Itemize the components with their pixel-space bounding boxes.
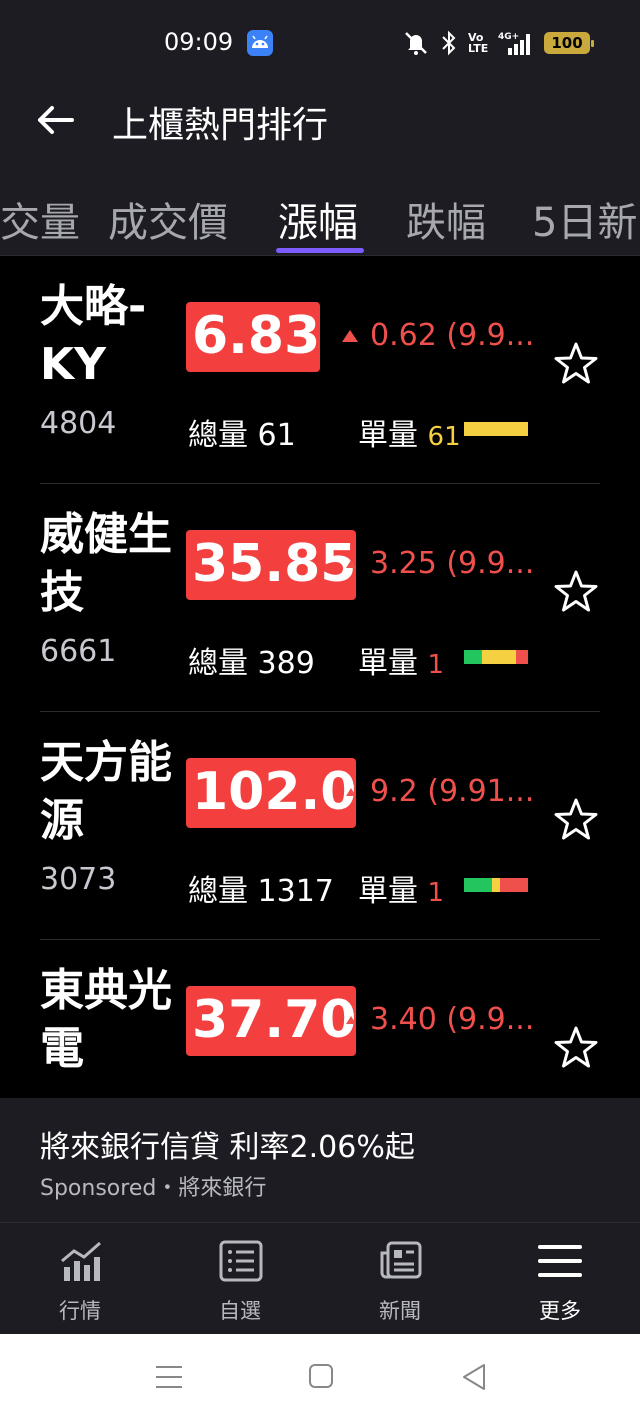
mute-icon bbox=[405, 32, 427, 55]
volte-icon: Vo LTE bbox=[468, 31, 489, 55]
up-arrow-icon bbox=[346, 560, 356, 568]
price-change: 3.40 (9.9... bbox=[370, 1002, 535, 1037]
price-change: 3.25 (9.9... bbox=[370, 546, 535, 581]
total-volume-value: 1317 bbox=[257, 874, 334, 909]
stock-row[interactable]: 天方能源 3073 102.0 9.2 (9.91... 總量 1317 單量 … bbox=[0, 712, 640, 940]
nav-news[interactable]: 新聞 bbox=[350, 1239, 450, 1329]
star-icon[interactable] bbox=[552, 1024, 600, 1072]
total-volume-value: 61 bbox=[257, 418, 296, 453]
battery-icon: 100 bbox=[544, 32, 594, 54]
total-volume-label: 總量 bbox=[188, 646, 248, 681]
stock-price: 6.83 bbox=[192, 306, 320, 366]
news-icon bbox=[380, 1241, 422, 1279]
unit-volume: 單量 1 bbox=[358, 638, 444, 682]
stock-name: 天方能源 bbox=[40, 737, 172, 846]
battery-level: 100 bbox=[551, 34, 583, 52]
active-tab-indicator bbox=[276, 248, 364, 253]
stock-name: 東典光電 bbox=[40, 965, 172, 1074]
ad-sponsor: Sponsored・將來銀行 bbox=[40, 1176, 267, 1201]
tab-5day-new[interactable]: 5日新 bbox=[532, 190, 637, 248]
stock-price: 37.70 bbox=[192, 990, 356, 1050]
nav-label: 自選 bbox=[219, 1299, 261, 1323]
unit-volume: 單量 1 bbox=[358, 866, 444, 910]
stock-name: 威健生技 bbox=[40, 509, 172, 618]
volume-ratio-bar bbox=[464, 650, 528, 664]
back-arrow-icon bbox=[38, 106, 74, 134]
stock-price: 35.85 bbox=[192, 534, 356, 594]
unit-volume-value: 61 bbox=[427, 422, 461, 452]
4g-signal-icon: 4G+ bbox=[498, 32, 530, 55]
total-volume-label: 總量 bbox=[188, 418, 248, 453]
status-time: 09:09 bbox=[164, 28, 234, 56]
android-icon bbox=[247, 30, 273, 56]
stock-list[interactable]: 大略-KY 4804 6.83 0.62 (9.9... 總量 61 單量 61… bbox=[0, 256, 640, 1098]
tab-gain[interactable]: 漲幅 bbox=[278, 190, 358, 248]
total-volume-label: 總量 bbox=[188, 874, 248, 909]
nav-label: 新聞 bbox=[379, 1299, 421, 1323]
tab-loss[interactable]: 跌幅 bbox=[406, 190, 486, 248]
menu-icon bbox=[538, 1245, 582, 1277]
bottom-nav: 行情 自選 新聞 更多 bbox=[0, 1222, 640, 1334]
page-title: 上櫃熱門排行 bbox=[112, 105, 329, 146]
unit-volume: 單量 61 bbox=[358, 410, 461, 454]
stock-code: 3073 bbox=[40, 862, 117, 897]
back-button[interactable] bbox=[34, 98, 78, 142]
total-volume: 總量 1317 bbox=[188, 866, 334, 910]
volume-ratio-bar bbox=[464, 422, 528, 436]
unit-volume-label: 單量 bbox=[358, 418, 418, 453]
price-badge: 35.85 bbox=[186, 530, 356, 600]
stock-name: 大略-KY bbox=[40, 281, 147, 390]
home-icon[interactable] bbox=[307, 1362, 337, 1392]
stock-row[interactable]: 威健生技 6661 35.85 3.25 (9.9... 總量 389 單量 1 bbox=[0, 484, 640, 712]
nav-market[interactable]: 行情 bbox=[30, 1239, 130, 1329]
stock-code: 4804 bbox=[40, 406, 117, 441]
price-change: 9.2 (9.91... bbox=[370, 774, 535, 809]
unit-volume-label: 單量 bbox=[358, 646, 418, 681]
unit-volume-value: 1 bbox=[427, 650, 445, 680]
unit-volume-label: 單量 bbox=[358, 874, 418, 909]
stock-code: 6661 bbox=[40, 634, 117, 669]
price-change: 0.62 (9.9... bbox=[370, 318, 535, 353]
svg-text:4G+: 4G+ bbox=[498, 32, 519, 42]
nav-watchlist[interactable]: 自選 bbox=[190, 1239, 290, 1329]
status-icons: Vo LTE 4G+ 100 bbox=[402, 28, 594, 58]
ad-title[interactable]: 將來銀行信貸 利率2.06%起 bbox=[40, 1122, 415, 1166]
nav-more[interactable]: 更多 bbox=[510, 1239, 610, 1329]
chart-icon bbox=[61, 1241, 101, 1281]
tab-volume[interactable]: 成交量 bbox=[0, 190, 80, 248]
price-badge: 37.70 bbox=[186, 986, 356, 1056]
unit-volume-value: 1 bbox=[427, 878, 445, 908]
bluetooth-icon bbox=[442, 30, 456, 56]
sponsored-ad[interactable]: 將來銀行信貸 利率2.06%起 Sponsored・將來銀行 bbox=[0, 1098, 640, 1222]
stock-row[interactable]: 東典光電 37.70 3.40 (9.9... bbox=[0, 940, 640, 1098]
star-icon[interactable] bbox=[552, 796, 600, 844]
nav-label: 更多 bbox=[539, 1299, 581, 1323]
star-icon[interactable] bbox=[552, 568, 600, 616]
price-badge: 102.0 bbox=[186, 758, 356, 828]
up-arrow-icon bbox=[346, 1016, 356, 1024]
header: 上櫃熱門排行 bbox=[0, 88, 640, 168]
total-volume: 總量 389 bbox=[188, 638, 315, 682]
total-volume: 總量 61 bbox=[188, 410, 296, 454]
back-nav-icon[interactable] bbox=[460, 1362, 490, 1392]
volume-ratio-bar bbox=[464, 878, 528, 892]
total-volume-value: 389 bbox=[257, 646, 315, 681]
stock-price: 102.0 bbox=[192, 762, 356, 822]
nav-label: 行情 bbox=[59, 1299, 101, 1323]
price-badge: 6.83 bbox=[186, 302, 320, 372]
star-icon[interactable] bbox=[552, 340, 600, 388]
system-nav-bar bbox=[0, 1334, 640, 1422]
tab-price[interactable]: 成交價 bbox=[108, 190, 228, 248]
up-arrow-icon bbox=[346, 788, 356, 796]
list-icon bbox=[219, 1240, 263, 1282]
recent-apps-icon[interactable] bbox=[154, 1362, 184, 1392]
tab-bar: 成交量 成交價 漲幅 跌幅 5日新 bbox=[0, 168, 640, 256]
up-arrow-icon bbox=[342, 330, 358, 342]
stock-row[interactable]: 大略-KY 4804 6.83 0.62 (9.9... 總量 61 單量 61 bbox=[0, 256, 640, 484]
status-bar: 09:09 Vo LTE 4G+ 100 bbox=[0, 0, 640, 88]
